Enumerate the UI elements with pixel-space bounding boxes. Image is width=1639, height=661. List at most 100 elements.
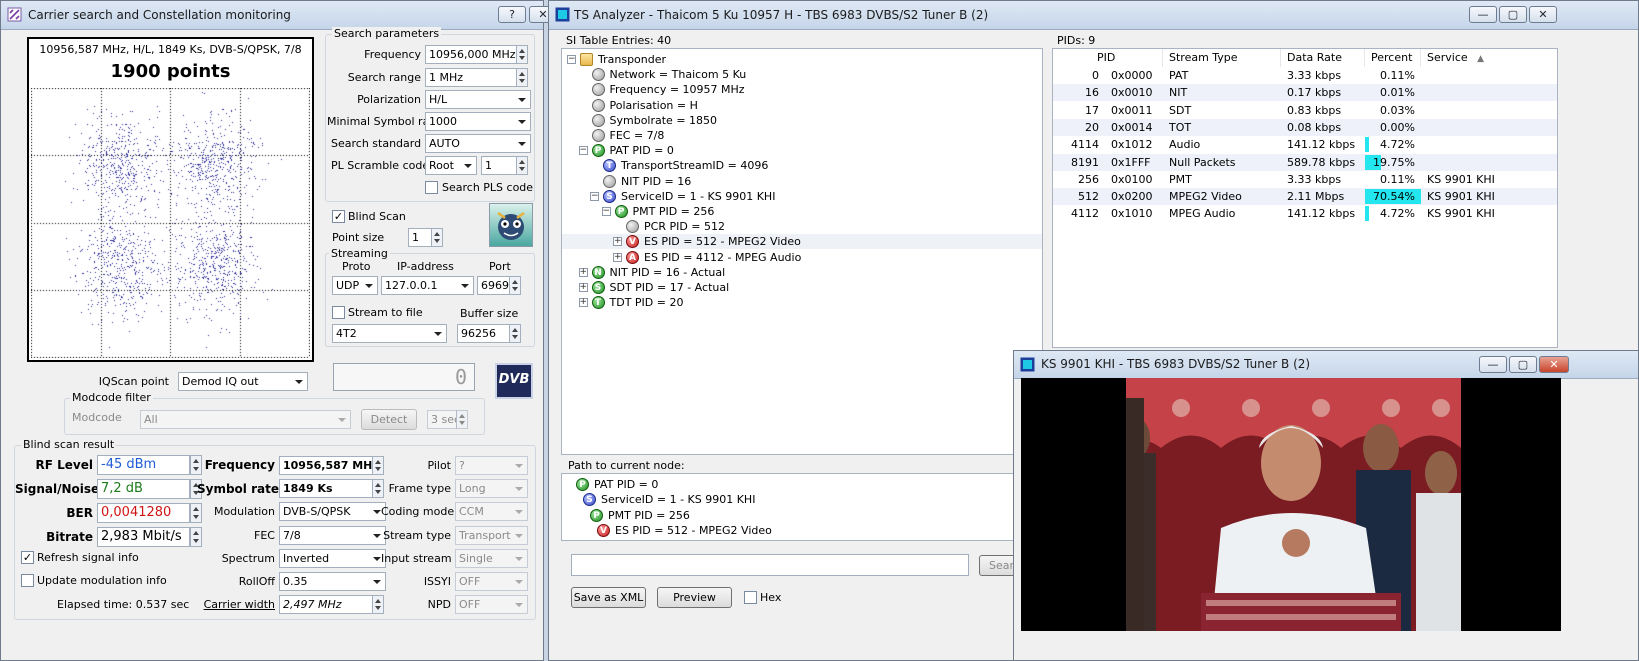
cell-type: TOT <box>1169 120 1192 134</box>
carrier-window: Carrier search and Constellation monitor… <box>0 0 557 661</box>
spectrum-select[interactable]: Inverted <box>279 549 386 568</box>
refresh-signal-checkbox[interactable]: ✓ <box>21 551 34 564</box>
stream-type-select[interactable]: Transport <box>455 526 528 545</box>
detect-button[interactable]: Detect <box>361 409 417 430</box>
ts-close-button[interactable]: ✕ <box>1529 6 1557 23</box>
pid-table[interactable]: PID Stream Type Data Rate Percent Servic… <box>1052 48 1558 348</box>
port-input[interactable]: 6969 <box>477 276 510 295</box>
col-data-rate[interactable]: Data Rate <box>1281 49 1365 67</box>
table-row[interactable]: 4112 0x1010 MPEG Audio 141.12 kbps 4.72% KS 9… <box>1053 205 1557 222</box>
cell-type: Audio <box>1169 138 1201 152</box>
carrier-width-label[interactable]: Carrier width <box>197 598 275 611</box>
issyi-select[interactable]: OFF <box>455 572 528 591</box>
table-row[interactable]: 8191 0x1FFF Null Packets 589.78 kbps 19.75% <box>1053 153 1557 171</box>
tree-search-input[interactable] <box>571 554 969 576</box>
frame-type-select[interactable]: Long <box>455 479 528 498</box>
polarization-select[interactable]: H/L <box>425 90 531 109</box>
search-range-spin[interactable] <box>516 68 528 87</box>
blue-node-icon: S <box>603 189 616 203</box>
table-row[interactable]: 20 0x0014 TOT 0.08 kbps 0.00% <box>1053 118 1557 136</box>
detect-time-spin[interactable] <box>456 410 468 429</box>
modulation-value: DVB-S/QPSK <box>283 505 351 518</box>
modulation-select[interactable]: DVB-S/QPSK <box>279 502 386 521</box>
save-xml-button[interactable]: Save as XML <box>571 587 646 608</box>
file-type-select[interactable]: 4T2 <box>332 324 447 343</box>
rolloff-select[interactable]: 0.35 <box>279 572 386 591</box>
pls-value-input[interactable]: 1 <box>481 156 517 175</box>
ts-maximize-button[interactable]: ▢ <box>1499 6 1527 23</box>
cell-type: PMT <box>1169 172 1192 186</box>
min-symbol-rate-select[interactable]: 1000 <box>425 112 531 131</box>
table-row[interactable]: 4114 0x1012 Audio 141.12 kbps 4.72% <box>1053 136 1557 153</box>
iqscan-select[interactable]: Demod IQ out <box>178 372 308 391</box>
input-stream-select[interactable]: Single <box>455 549 528 568</box>
cell-pid: 16 <box>1085 86 1099 100</box>
collapse-toggle-icon[interactable]: − <box>578 146 588 156</box>
expand-toggle-icon[interactable]: + <box>578 267 588 277</box>
pls-value-spin[interactable] <box>516 156 528 175</box>
collapse-toggle-icon[interactable]: − <box>601 207 611 216</box>
search-range-input[interactable]: 1 MHz <box>425 68 517 87</box>
modcode-select[interactable]: All <box>140 410 351 429</box>
video-maximize-button[interactable]: ▢ <box>1509 356 1537 373</box>
chevron-down-icon <box>515 557 523 561</box>
pls-mode-select[interactable]: Root <box>425 156 477 175</box>
path-tree[interactable]: P PAT PID = 0 S ServiceID = 1 - KS 9901 KHI… <box>561 473 1043 541</box>
buffer-size-spin[interactable] <box>509 324 521 343</box>
expand-toggle-icon[interactable]: + <box>578 298 588 308</box>
coding-mode-select[interactable]: CCM <box>455 502 528 521</box>
video-close-button[interactable]: ✕ <box>1539 356 1569 373</box>
monster-icon[interactable] <box>489 203 533 247</box>
col-pid[interactable]: PID <box>1053 49 1163 67</box>
help-button[interactable]: ? <box>498 6 526 23</box>
table-row[interactable]: 256 0x0100 PMT 3.33 kbps 0.11% KS 9901 KHI <box>1053 171 1557 188</box>
port-spin[interactable] <box>509 276 521 295</box>
search-pls-checkbox[interactable] <box>425 181 438 194</box>
table-row[interactable]: 16 0x0010 NIT 0.17 kbps 0.01% <box>1053 84 1557 102</box>
point-size-spin[interactable] <box>431 228 443 247</box>
video-titlebar[interactable]: KS 9901 KHI - TBS 6983 DVBS/S2 Tuner B (… <box>1014 351 1638 379</box>
iqscan-label: IQScan point <box>98 375 169 388</box>
carrier-titlebar[interactable]: Carrier search and Constellation monitor… <box>1 1 543 30</box>
fec-select[interactable]: 7/8 <box>279 526 386 545</box>
rolloff-value: 0.35 <box>283 575 308 588</box>
ts-minimize-button[interactable]: — <box>1469 6 1497 23</box>
col-service[interactable]: Service ▲ <box>1421 49 1557 67</box>
cell-type: NIT <box>1169 86 1188 100</box>
col-stream-type[interactable]: Stream Type <box>1163 49 1281 67</box>
blind-scan-checkbox[interactable]: ✓ <box>332 210 345 223</box>
si-tree[interactable]: − Transponder Network = Thaicom 5 Ku Freque… <box>561 48 1043 455</box>
collapse-toggle-icon[interactable]: − <box>590 191 599 201</box>
spectrum-label: Spectrum <box>221 552 275 565</box>
collapse-toggle-icon[interactable]: − <box>567 55 576 64</box>
npd-value: OFF <box>459 598 481 611</box>
frequency-spin[interactable] <box>516 45 528 64</box>
chevron-down-icon <box>295 380 303 384</box>
ts-titlebar[interactable]: TS Analyzer - Thaicom 5 Ku 10957 H - TBS… <box>549 1 1638 30</box>
preview-button[interactable]: Preview <box>657 587 732 608</box>
cell-type: PAT <box>1169 69 1189 82</box>
pilot-select[interactable]: ? <box>455 456 528 475</box>
buffer-size-input[interactable]: 96256 <box>457 324 510 343</box>
stream-to-file-checkbox[interactable] <box>332 306 345 319</box>
video-frame[interactable] <box>1021 378 1561 631</box>
npd-select[interactable]: OFF <box>455 595 528 614</box>
detect-time-input[interactable]: 3 sec <box>427 410 457 429</box>
tree-node[interactable]: + V ES PID = 512 - MPEG2 Video <box>562 234 1042 250</box>
proto-select[interactable]: UDP <box>332 276 378 295</box>
hex-checkbox[interactable] <box>744 591 757 604</box>
expand-toggle-icon[interactable]: + <box>613 252 622 262</box>
table-row[interactable]: 17 0x0011 SDT 0.83 kbps 0.03% <box>1053 102 1557 119</box>
table-row[interactable]: 0 0x0000 PAT 3.33 kbps 0.11% <box>1053 67 1557 84</box>
update-modulation-checkbox[interactable] <box>21 574 34 587</box>
table-row[interactable]: 512 0x0200 MPEG2 Video 2.11 Mbps 70.54% KS 99… <box>1053 188 1557 206</box>
frequency-input[interactable]: 10956,000 MHz <box>425 45 517 64</box>
expand-toggle-icon[interactable]: + <box>578 283 588 292</box>
video-minimize-button[interactable]: — <box>1479 356 1507 373</box>
signal-noise-value: 7,2 dB <box>97 479 190 499</box>
expand-toggle-icon[interactable]: + <box>613 237 622 247</box>
point-size-input[interactable]: 1 <box>408 228 432 247</box>
search-standard-select[interactable]: AUTO <box>425 134 531 153</box>
col-percent[interactable]: Percent <box>1365 49 1421 67</box>
ip-select[interactable]: 127.0.0.1 <box>381 276 474 295</box>
